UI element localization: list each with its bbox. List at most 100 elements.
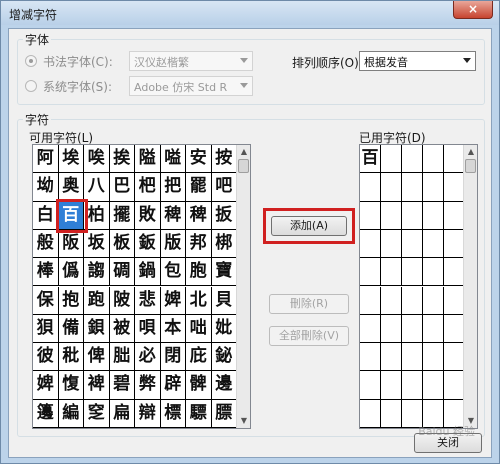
- available-char-cell[interactable]: 唄: [135, 314, 161, 344]
- available-char-cell[interactable]: 編: [58, 399, 84, 428]
- available-char-cell[interactable]: 埃: [58, 145, 84, 174]
- available-char-cell[interactable]: 把: [160, 173, 186, 202]
- used-char-cell[interactable]: [423, 371, 444, 400]
- available-char-cell[interactable]: 八: [84, 173, 110, 202]
- used-char-cell[interactable]: [402, 258, 423, 287]
- available-char-cell[interactable]: 彼: [33, 343, 59, 372]
- available-char-cell[interactable]: 般: [33, 229, 59, 259]
- available-char-cell[interactable]: 悲: [135, 286, 161, 315]
- available-char-cell[interactable]: 辟: [160, 371, 186, 400]
- available-char-cell[interactable]: 閉: [160, 343, 186, 372]
- used-char-cell[interactable]: [402, 371, 423, 400]
- available-char-cell[interactable]: 謅: [84, 258, 110, 287]
- used-char-cell[interactable]: [423, 286, 444, 315]
- used-char-cell[interactable]: [444, 314, 465, 344]
- available-char-cell[interactable]: 奥: [58, 173, 84, 202]
- available-char-cell[interactable]: 嗌: [160, 145, 186, 174]
- available-char-cell[interactable]: 陂: [109, 286, 135, 315]
- available-char-cell[interactable]: 阿: [33, 145, 59, 174]
- used-char-cell[interactable]: [360, 229, 381, 259]
- available-char-cell[interactable]: 碉: [109, 258, 135, 287]
- used-char-cell[interactable]: [444, 286, 465, 315]
- available-char-cell[interactable]: 抱: [58, 286, 84, 315]
- used-char-cell[interactable]: [444, 258, 465, 287]
- used-char-cell[interactable]: [381, 343, 402, 372]
- used-char-cell[interactable]: [444, 371, 465, 400]
- used-char-cell[interactable]: [381, 314, 402, 344]
- used-char-cell[interactable]: [360, 399, 381, 428]
- available-char-cell[interactable]: 驃: [186, 399, 212, 428]
- available-char-cell[interactable]: 扁: [109, 399, 135, 428]
- used-char-cell[interactable]: [444, 173, 465, 202]
- used-chars-scrollbar[interactable]: ▲ ▼: [463, 145, 477, 428]
- used-char-cell[interactable]: [402, 201, 423, 230]
- available-char-cell[interactable]: 鉍: [211, 343, 237, 372]
- scrollbar-thumb[interactable]: [465, 159, 476, 173]
- available-char-cell[interactable]: 寶: [211, 258, 237, 287]
- used-chars-grid[interactable]: 百: [359, 144, 478, 429]
- used-char-cell[interactable]: [402, 173, 423, 202]
- available-char-cell[interactable]: 北: [186, 286, 212, 315]
- available-chars-grid[interactable]: 阿埃唉挨隘嗌安按坳奥八巴杷把罷吧白百柏擺敗稗稗扳般阪坂板鈑版邦梆棒僞謅碉鍋包胞寶…: [32, 144, 251, 429]
- used-char-cell[interactable]: [423, 145, 444, 174]
- available-char-cell[interactable]: 版: [160, 229, 186, 259]
- available-char-cell[interactable]: 膘: [211, 399, 237, 428]
- available-char-cell[interactable]: 籩: [33, 399, 59, 428]
- scrollbar-thumb[interactable]: [238, 159, 249, 173]
- available-char-cell[interactable]: 鍋: [135, 258, 161, 287]
- available-char-cell[interactable]: 阪: [58, 229, 84, 259]
- available-char-cell[interactable]: 邦: [186, 229, 212, 259]
- available-char-cell[interactable]: 稗: [160, 201, 186, 230]
- used-char-cell[interactable]: [381, 229, 402, 259]
- sort-order-select[interactable]: 根据发音: [359, 51, 476, 71]
- calligraphy-font-select[interactable]: 汉仪赵楷繁: [129, 51, 253, 71]
- used-char-cell[interactable]: [402, 343, 423, 372]
- available-char-cell[interactable]: 碧: [109, 371, 135, 400]
- used-char-cell[interactable]: [381, 286, 402, 315]
- available-char-cell[interactable]: 保: [33, 286, 59, 315]
- available-char-cell[interactable]: 胞: [186, 258, 212, 287]
- used-char-cell[interactable]: [444, 145, 465, 174]
- available-char-cell[interactable]: 妣: [211, 314, 237, 344]
- delete-button[interactable]: 刪除(R): [269, 294, 349, 314]
- used-char-cell[interactable]: [423, 173, 444, 202]
- available-char-cell[interactable]: 庇: [186, 343, 212, 372]
- used-char-cell[interactable]: [402, 314, 423, 344]
- used-char-cell[interactable]: [444, 201, 465, 230]
- available-char-cell[interactable]: 鈑: [135, 229, 161, 259]
- used-char-cell[interactable]: [423, 229, 444, 259]
- close-window-button[interactable]: ×: [453, 1, 493, 19]
- available-char-cell[interactable]: 擺: [109, 201, 135, 230]
- used-char-cell[interactable]: [381, 145, 402, 174]
- available-char-cell[interactable]: 敗: [135, 201, 161, 230]
- used-char-cell[interactable]: [360, 173, 381, 202]
- available-char-cell[interactable]: 咄: [186, 314, 212, 344]
- available-char-cell[interactable]: 愎: [58, 371, 84, 400]
- available-char-cell[interactable]: 婢: [160, 286, 186, 315]
- available-char-cell[interactable]: 秕: [58, 343, 84, 372]
- available-char-cell[interactable]: 髀: [186, 371, 212, 400]
- available-char-cell[interactable]: 朏: [109, 343, 135, 372]
- used-char-cell[interactable]: [381, 258, 402, 287]
- calligraphy-font-radio[interactable]: [25, 55, 37, 67]
- available-char-cell[interactable]: 貝: [211, 286, 237, 315]
- available-char-cell[interactable]: 標: [160, 399, 186, 428]
- available-char-cell[interactable]: 坂: [84, 229, 110, 259]
- available-char-cell[interactable]: 跑: [84, 286, 110, 315]
- used-char-cell[interactable]: [381, 399, 402, 428]
- used-char-cell[interactable]: [423, 201, 444, 230]
- available-char-cell[interactable]: 按: [211, 145, 237, 174]
- used-char-cell[interactable]: [402, 286, 423, 315]
- used-char-cell[interactable]: [360, 314, 381, 344]
- available-char-cell[interactable]: 梆: [211, 229, 237, 259]
- available-char-cell[interactable]: 被: [109, 314, 135, 344]
- system-font-select[interactable]: Adobe 仿宋 Std R: [129, 76, 253, 96]
- used-char-cell[interactable]: [423, 343, 444, 372]
- scroll-up-icon[interactable]: ▲: [464, 145, 478, 159]
- scroll-up-icon[interactable]: ▲: [237, 145, 251, 159]
- used-char-cell[interactable]: 百: [360, 145, 381, 174]
- available-char-cell[interactable]: 鋇: [84, 314, 110, 344]
- available-char-cell[interactable]: 本: [160, 314, 186, 344]
- available-char-cell[interactable]: 婢: [33, 371, 59, 400]
- available-char-cell[interactable]: 備: [58, 314, 84, 344]
